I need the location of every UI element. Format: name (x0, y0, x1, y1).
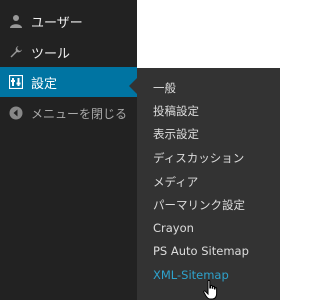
settings-icon (9, 75, 23, 89)
collapse-icon (9, 106, 23, 120)
sidebar-item-tools[interactable]: ツール (0, 37, 137, 67)
sidebar-item-label: ユーザー (31, 15, 83, 31)
submenu-pointer-arrow (129, 78, 137, 94)
hand-cursor-icon (203, 280, 218, 300)
submenu-item-crayon[interactable]: Crayon (153, 218, 194, 238)
sidebar-item-label: ツール (31, 46, 71, 62)
admin-sidebar: ユーザー ツール 設定 メニューを閉じる (0, 0, 137, 300)
submenu-item-reading[interactable]: 表示設定 (153, 124, 199, 144)
submenu-item-general[interactable]: 一般 (153, 78, 176, 98)
sidebar-item-label: メニューを閉じる (31, 106, 128, 121)
wrench-icon (9, 45, 23, 59)
user-icon (9, 14, 23, 28)
sidebar-item-settings[interactable]: 設定 (0, 67, 137, 97)
sidebar-item-users[interactable]: ユーザー (0, 6, 137, 36)
submenu-item-discussion[interactable]: ディスカッション (153, 148, 244, 168)
submenu-item-media[interactable]: メディア (153, 172, 198, 192)
submenu-item-writing[interactable]: 投稿設定 (153, 101, 199, 121)
collapse-menu-button[interactable]: メニューを閉じる (0, 98, 137, 128)
submenu-item-permalinks[interactable]: パーマリンク設定 (153, 195, 245, 215)
sidebar-item-label: 設定 (31, 76, 58, 92)
settings-submenu: 一般 投稿設定 表示設定 ディスカッション メディア パーマリンク設定 Cray… (137, 68, 280, 300)
submenu-item-ps-auto-sitemap[interactable]: PS Auto Sitemap (153, 241, 249, 261)
